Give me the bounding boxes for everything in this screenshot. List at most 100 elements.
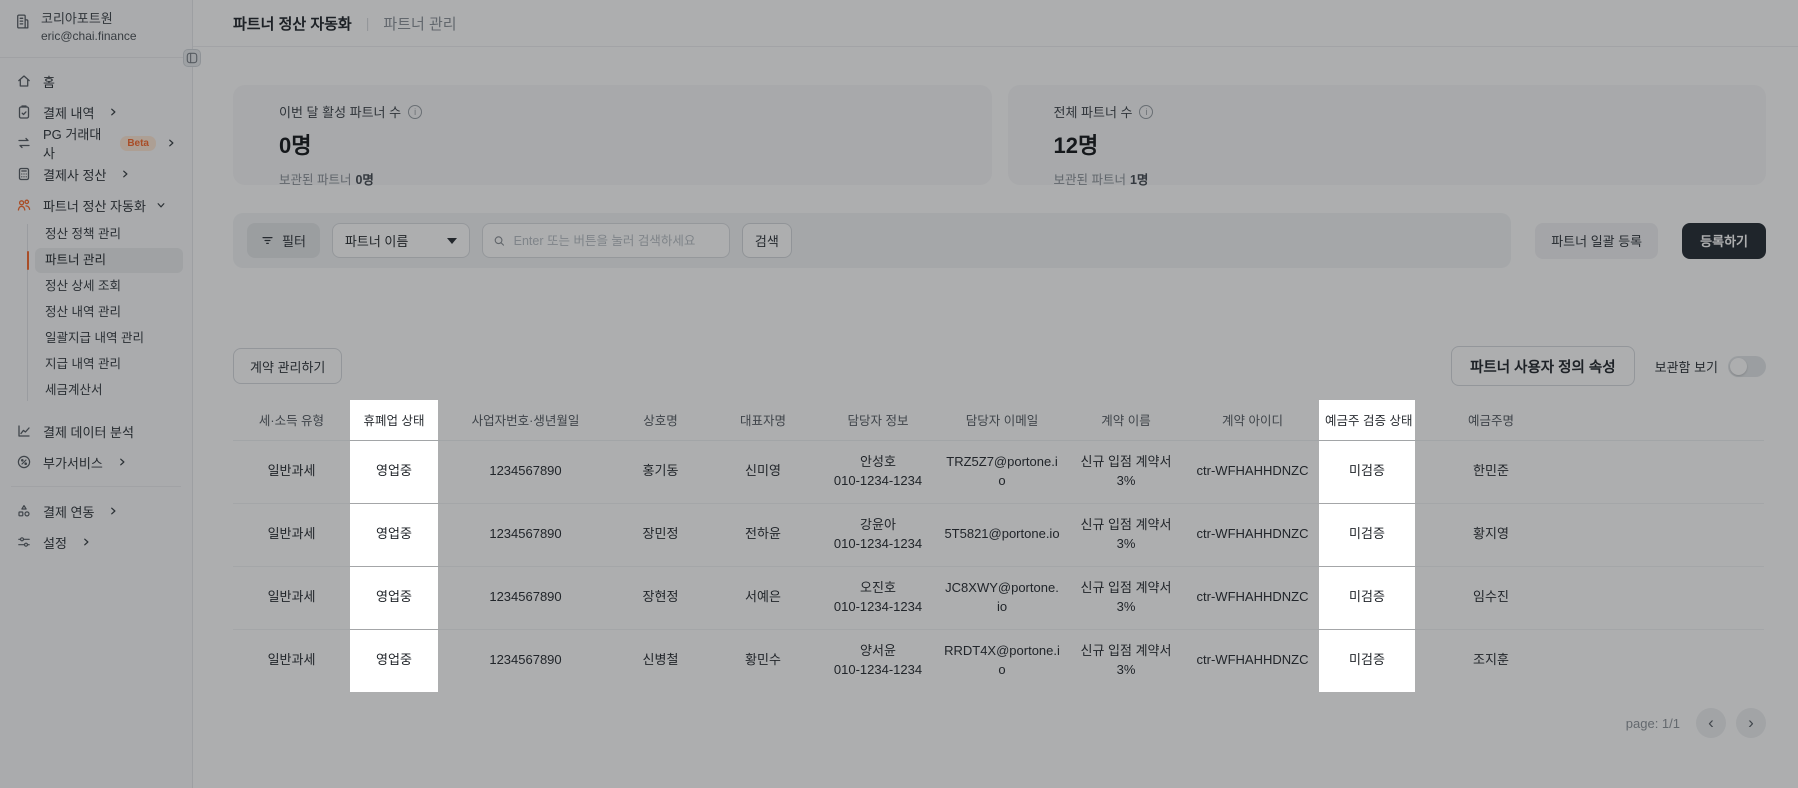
column-company-name[interactable]: 상호명 [613,400,708,440]
sidebar-item-payments[interactable]: 결제 내역 [9,97,183,127]
sidebar-subitem-payout-history[interactable]: 지급 내역 관리 [35,352,183,377]
card-value: 0명 [279,128,946,160]
cell-contract-name: 신규 입점 계약서 3% [1066,629,1186,692]
column-account-verify-status[interactable]: 예금주 검증 상태 [1319,400,1415,440]
sidebar-item-pg-reconciliation[interactable]: PG 거래대사 Beta [9,128,183,158]
sidebar-item-addon-services[interactable]: 부가서비스 [9,447,183,477]
cell-filler [1567,629,1764,692]
percent-badge-icon [16,454,32,470]
column-contact-info[interactable]: 담당자 정보 [818,400,938,440]
archive-view-toggle[interactable] [1728,356,1766,377]
filter-panel: 필터 파트너 이름 검색 [233,213,1511,268]
archived-label: 보관된 파트너 [279,173,351,187]
pagination: page: 1/1 ‹ › [233,708,1766,738]
sidebar-item-data-analytics[interactable]: 결제 데이터 분석 [9,416,183,446]
cell-contact-info: 오진호010-1234-1234 [818,566,938,629]
info-icon[interactable]: i [1139,105,1153,119]
partner-settlement-submenu: 정산 정책 관리 파트너 관리 정산 상세 조회 정산 내역 관리 일괄지급 내… [9,222,183,403]
active-partners-card: 이번 달 활성 파트너 수 i 0명 보관된 파트너 0명 [233,85,992,185]
sidebar-item-label: 홈 [43,72,55,91]
sidebar-subitem-tax-invoice[interactable]: 세금계산서 [35,378,183,403]
column-tax-type[interactable]: 세·소득 유형 [233,400,350,440]
column-account-holder[interactable]: 예금주명 [1415,400,1567,440]
cell-contract-id: ctr-WFHAHHDNZC [1186,629,1319,692]
archived-value: 1명 [1130,173,1148,187]
table-row[interactable]: 일반과세 영업중 1234567890 홍기동 신미영 안성호010-1234-… [233,440,1764,503]
org-switcher[interactable]: 코리아포트원 eric@chai.finance [0,0,192,58]
chevron-down-icon [156,200,166,210]
cell-contract-id: ctr-WFHAHHDNZC [1186,440,1319,503]
cell-company-name: 신병철 [613,629,708,692]
sidebar-nav: 홈 결제 내역 PG 거래대사 Beta 결제사 정산 파트너 정산 자동 [0,58,192,566]
sidebar: 코리아포트원 eric@chai.finance 홈 결제 내역 PG 거래대사… [0,0,193,788]
sidebar-collapse-button[interactable] [183,49,201,67]
clipboard-icon [16,104,32,120]
breadcrumb-section[interactable]: 파트너 정산 자동화 [233,13,352,34]
register-button[interactable]: 등록하기 [1682,223,1766,259]
search-field-select[interactable]: 파트너 이름 [332,223,470,258]
sidebar-item-label: 결제 내역 [43,103,94,122]
cell-filler [1567,440,1764,503]
archived-value: 0명 [355,173,373,187]
app-window: 코리아포트원 eric@chai.finance 홈 결제 내역 PG 거래대사… [0,0,1798,788]
sidebar-subitem-settlement-history[interactable]: 정산 내역 관리 [35,300,183,325]
column-contact-email[interactable]: 담당자 이메일 [938,400,1066,440]
sidebar-item-payment-integration[interactable]: 결제 연동 [9,496,183,526]
cell-tax-type: 일반과세 [233,503,350,566]
sidebar-subitem-bulk-payout-history[interactable]: 일괄지급 내역 관리 [35,326,183,351]
sidebar-item-home[interactable]: 홈 [9,66,183,96]
cell-business-number: 1234567890 [438,440,613,503]
sidebar-item-psp-settlement[interactable]: 결제사 정산 [9,159,183,189]
prev-page-button[interactable]: ‹ [1696,708,1726,738]
page-indicator: page: 1/1 [1626,716,1680,731]
bulk-register-button[interactable]: 파트너 일괄 등록 [1535,223,1658,259]
cell-account-holder: 조지훈 [1415,629,1567,692]
cell-company-name: 장민정 [613,503,708,566]
archive-toggle-label: 보관함 보기 [1655,357,1718,376]
sliders-icon [16,534,32,550]
next-page-button[interactable]: › [1736,708,1766,738]
search-button[interactable]: 검색 [742,223,792,258]
cell-business-status: 영업중 [350,566,438,629]
column-contract-name[interactable]: 계약 이름 [1066,400,1186,440]
sidebar-item-partner-settlement[interactable]: 파트너 정산 자동화 [9,190,183,220]
stats-cards: 이번 달 활성 파트너 수 i 0명 보관된 파트너0명 전체 파트너 수 i … [233,85,1766,185]
partners-icon [16,197,32,213]
cell-business-status: 영업중 [350,629,438,692]
sidebar-item-label: 설정 [43,533,67,552]
sidebar-item-settings[interactable]: 설정 [9,527,183,557]
table-row[interactable]: 일반과세 영업중 1234567890 신병철 황민수 양서윤010-1234-… [233,629,1764,692]
cell-tax-type: 일반과세 [233,566,350,629]
cell-business-number: 1234567890 [438,629,613,692]
chevron-left-icon: ‹ [1708,714,1714,731]
chevron-right-icon [166,138,176,148]
sidebar-item-label: 부가서비스 [43,453,103,472]
cell-representative: 서예은 [708,566,818,629]
card-label: 이번 달 활성 파트너 수 [279,102,401,121]
partner-table: 세·소득 유형 휴폐업 상태 사업자번호·생년월일 상호명 대표자명 담당자 정… [233,400,1766,692]
column-business-number[interactable]: 사업자번호·생년월일 [438,400,613,440]
org-email: eric@chai.finance [41,28,137,45]
column-business-status[interactable]: 휴폐업 상태 [350,400,438,440]
filter-button[interactable]: 필터 [247,223,320,258]
sidebar-item-label: 결제 데이터 분석 [43,422,134,441]
column-contract-id[interactable]: 계약 아이디 [1186,400,1319,440]
panel-collapse-icon [186,52,198,64]
column-representative[interactable]: 대표자명 [708,400,818,440]
cell-representative: 신미영 [708,440,818,503]
cell-tax-type: 일반과세 [233,440,350,503]
sidebar-subitem-settlement-detail[interactable]: 정산 상세 조회 [35,274,183,299]
contract-manage-button[interactable]: 계약 관리하기 [233,348,342,384]
sidebar-divider [11,486,181,487]
search-input[interactable] [514,234,719,248]
sidebar-subitem-settlement-policy[interactable]: 정산 정책 관리 [35,222,183,247]
table-row[interactable]: 일반과세 영업중 1234567890 장민정 전하윤 강윤아010-1234-… [233,503,1764,566]
sidebar-subitem-partner-management[interactable]: 파트너 관리 [35,248,183,273]
cell-account-holder: 임수진 [1415,566,1567,629]
breadcrumb-separator: | [366,15,370,31]
custom-attributes-button[interactable]: 파트너 사용자 정의 속성 [1451,346,1635,386]
info-icon[interactable]: i [408,105,422,119]
card-label: 전체 파트너 수 [1054,102,1133,121]
table-row[interactable]: 일반과세 영업중 1234567890 장현정 서예은 오진호010-1234-… [233,566,1764,629]
filter-icon [261,234,274,247]
